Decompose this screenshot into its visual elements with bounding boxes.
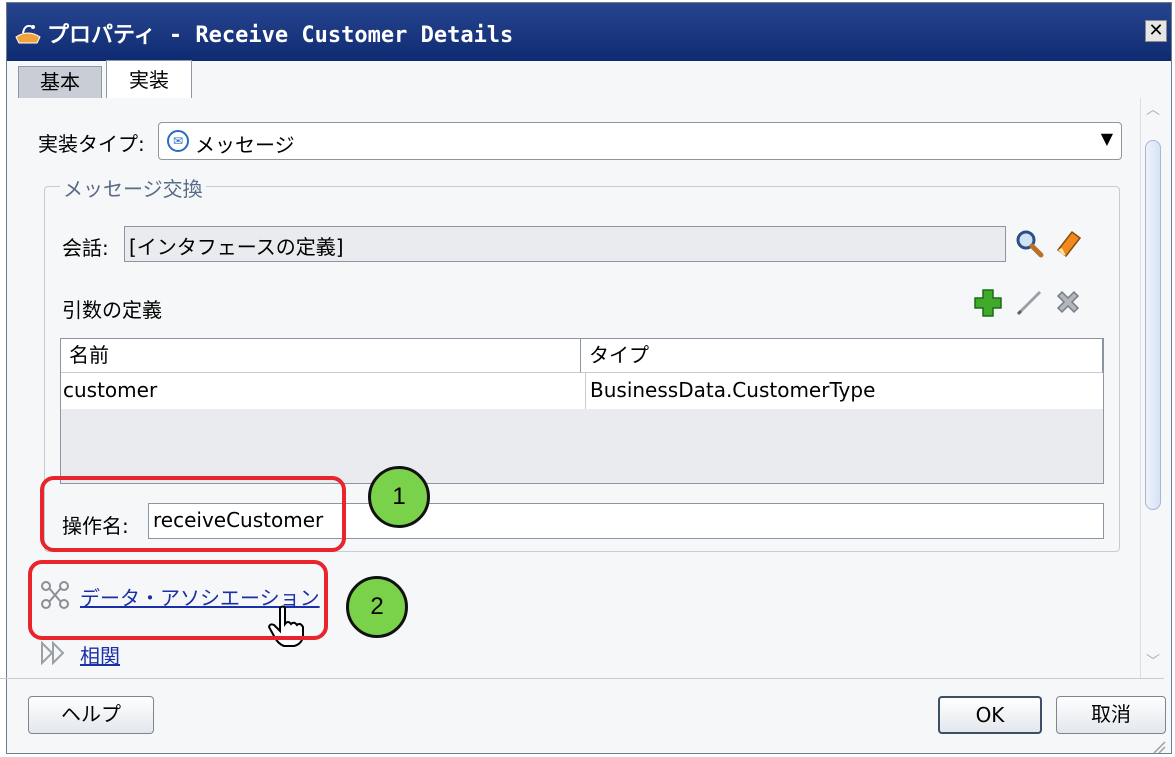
help-button[interactable]: ヘルプ bbox=[28, 696, 154, 734]
edit-pencil-icon[interactable] bbox=[1014, 287, 1044, 317]
column-header-name[interactable]: 名前 bbox=[61, 339, 581, 373]
conversation-field[interactable]: [インタフェースの定義] bbox=[124, 226, 1006, 262]
vertical-scrollbar[interactable]: ︿ ﹀ bbox=[1140, 98, 1165, 678]
callout-2: 2 bbox=[346, 576, 408, 638]
scroll-down-icon[interactable]: ﹀ bbox=[1141, 650, 1165, 674]
cancel-button[interactable]: 取消 bbox=[1056, 696, 1166, 734]
impl-type-select[interactable]: ✉ メッセージ ▼ bbox=[158, 122, 1122, 160]
impl-type-value: メッセージ bbox=[195, 133, 295, 157]
argument-type-cell[interactable]: BusinessData.CustomerType bbox=[585, 373, 1101, 409]
tab-basic[interactable]: 基本 bbox=[18, 66, 102, 98]
close-button[interactable]: ✕ bbox=[1145, 20, 1167, 42]
table-row[interactable]: customer BusinessData.CustomerType bbox=[61, 373, 1103, 409]
add-icon[interactable] bbox=[972, 287, 1004, 319]
scroll-thumb[interactable] bbox=[1145, 140, 1161, 510]
expand-icon[interactable] bbox=[40, 641, 70, 665]
search-icon[interactable] bbox=[1014, 228, 1044, 258]
column-header-type[interactable]: タイプ bbox=[581, 339, 1103, 373]
conversation-label: 会話: bbox=[62, 236, 109, 260]
message-exchange-title: メッセージ交換 bbox=[60, 173, 206, 202]
chevron-down-icon[interactable]: ▼ bbox=[1101, 129, 1113, 148]
arguments-table[interactable]: 名前 タイプ customer BusinessData.CustomerTyp… bbox=[60, 338, 1104, 484]
highlight-box-operation bbox=[40, 476, 346, 552]
impl-type-label: 実装タイプ: bbox=[38, 132, 145, 156]
tab-implementation[interactable]: 実装 bbox=[106, 60, 192, 100]
eraser-icon[interactable] bbox=[1052, 226, 1084, 258]
title-bar[interactable]: プロパティ - Receive Customer Details ✕ bbox=[7, 3, 1171, 61]
delete-icon[interactable] bbox=[1052, 286, 1084, 318]
window-title: プロパティ - Receive Customer Details bbox=[47, 23, 514, 48]
message-icon: ✉ bbox=[167, 130, 189, 152]
arguments-title: 引数の定義 bbox=[62, 298, 162, 322]
argument-name-cell[interactable]: customer bbox=[63, 373, 579, 409]
callout-1: 1 bbox=[368, 466, 430, 528]
resize-grip-icon[interactable] bbox=[1150, 738, 1166, 754]
correlation-link[interactable]: 相関 bbox=[80, 640, 120, 669]
highlight-box-data-association bbox=[28, 560, 328, 640]
scroll-up-icon[interactable]: ︿ bbox=[1141, 98, 1165, 122]
ok-button[interactable]: OK bbox=[938, 696, 1042, 734]
app-icon bbox=[15, 24, 41, 44]
conversation-value: [インタフェースの定義] bbox=[129, 235, 344, 259]
footer-divider bbox=[0, 678, 1164, 679]
